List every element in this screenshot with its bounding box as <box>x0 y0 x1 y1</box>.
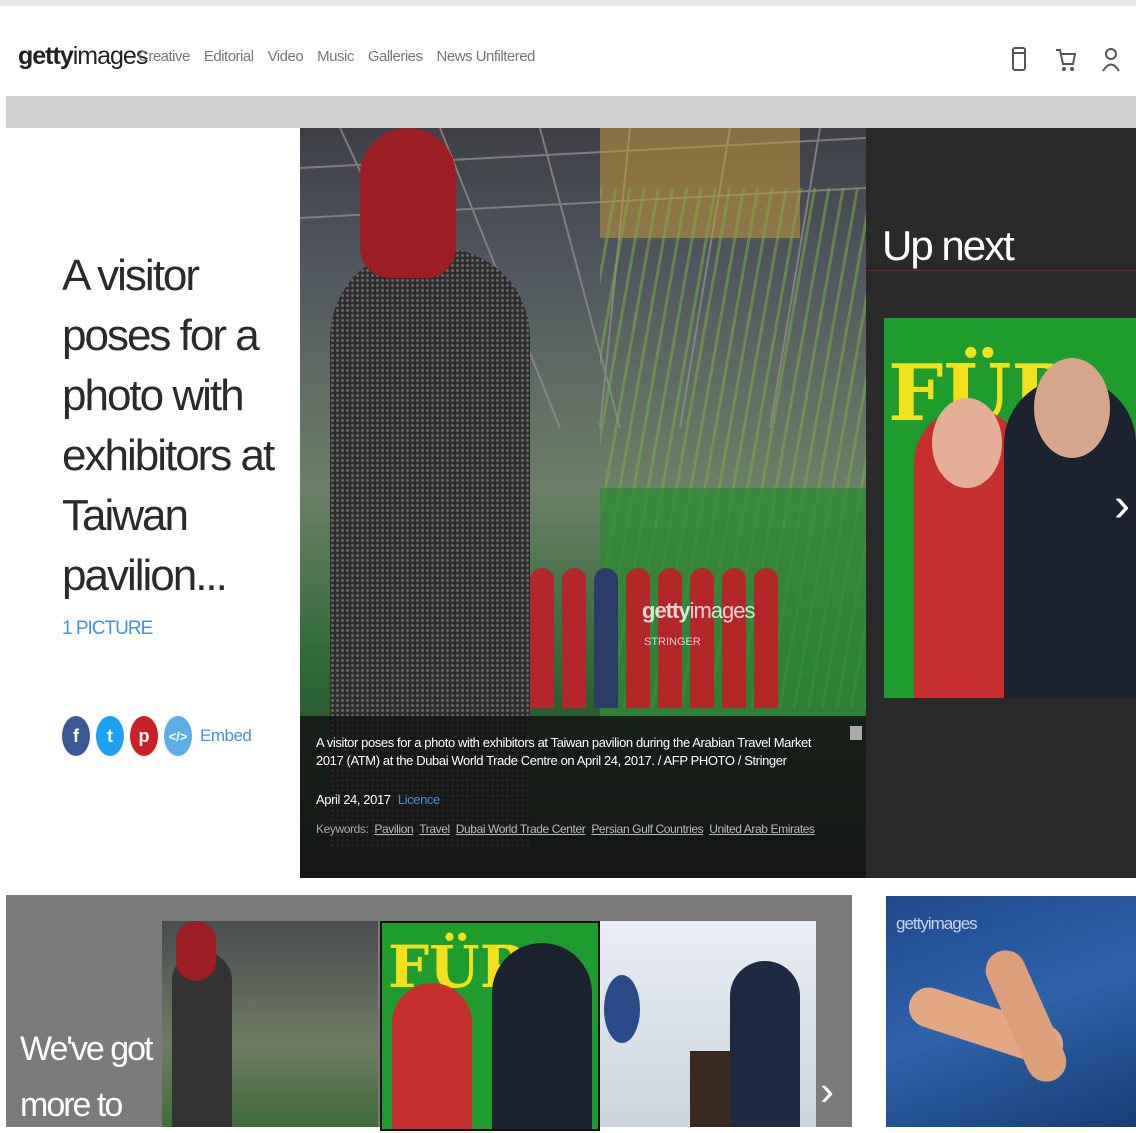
chevron-right-icon[interactable]: › <box>1114 478 1130 533</box>
more-heading: We've got more to <box>20 1030 154 1124</box>
visitor-headscarf <box>176 921 216 981</box>
board-icon[interactable] <box>1008 44 1030 74</box>
seal-emblem <box>604 975 640 1043</box>
nav-editorial[interactable]: Editorial <box>204 48 254 65</box>
more-galleries-strip: We've got more to FÜR › <box>6 895 852 1131</box>
gallery-title: A visitor poses for a photo with exhibit… <box>62 251 275 600</box>
gallery-thumbnail[interactable] <box>162 921 378 1127</box>
licence-link[interactable]: Licence <box>398 792 440 807</box>
image-watermark: gettyimages <box>642 598 755 623</box>
keyword-link[interactable]: Travel <box>419 822 450 836</box>
up-next-thumbnail[interactable]: FÜR › <box>884 318 1136 698</box>
pinterest-share-icon[interactable]: p <box>130 716 158 756</box>
keyword-link[interactable]: Dubai World Trade Center <box>456 822 586 836</box>
twitter-share-icon[interactable]: t <box>96 716 124 756</box>
chevron-right-icon[interactable]: › <box>820 1067 834 1115</box>
site-header: gettyimages Creative Editorial Video Mus… <box>0 6 1136 96</box>
image-date: April 24, 2017 <box>316 792 391 807</box>
picture-count[interactable]: 1 PICTURE <box>62 618 153 640</box>
caption-overlay: A visitor poses for a photo with exhibit… <box>300 716 866 878</box>
up-next-panel: Up next FÜR › <box>866 128 1136 878</box>
embed-link[interactable]: Embed <box>200 726 252 746</box>
caption-date-line: April 24, 2017 Licence <box>316 792 440 807</box>
main-image-viewer[interactable]: gettyimages STRINGER A visitor poses for… <box>300 128 866 878</box>
up-next-divider <box>866 270 1136 271</box>
nav-creative[interactable]: Creative <box>138 48 190 65</box>
header-icons <box>1008 44 1122 74</box>
woman-figure <box>392 983 472 1129</box>
gallery-thumbnail[interactable]: FÜR <box>380 921 600 1131</box>
facebook-share-icon[interactable]: f <box>62 716 90 756</box>
visitor-headscarf <box>360 128 456 278</box>
keywords-label: Keywords: <box>316 822 369 836</box>
cart-icon[interactable] <box>1054 44 1077 74</box>
woman-face <box>932 398 1002 488</box>
speaker-figure <box>730 961 800 1127</box>
keyword-link[interactable]: United Arab Emirates <box>709 822 815 836</box>
nav-video[interactable]: Video <box>268 48 304 65</box>
main-nav: Creative Editorial Video Music Galleries… <box>138 48 535 65</box>
nav-galleries[interactable]: Galleries <box>368 48 423 65</box>
up-next-heading: Up next <box>882 222 1015 269</box>
logo-light: images <box>72 42 149 70</box>
image-caption: A visitor poses for a photo with exhibit… <box>316 735 812 768</box>
exhibitor-group <box>530 548 790 708</box>
keyword-link[interactable]: Pavilion <box>374 822 413 836</box>
caption-collapse-icon[interactable] <box>850 726 862 740</box>
side-promo-image[interactable]: gettyimages <box>886 896 1136 1127</box>
watermark-credit: STRINGER <box>644 636 701 648</box>
image-watermark: gettyimages <box>896 914 978 933</box>
embed-code-icon[interactable]: </> <box>164 716 192 756</box>
gettyimages-logo[interactable]: gettyimages <box>18 42 149 71</box>
keyword-link[interactable]: Persian Gulf Countries <box>591 822 703 836</box>
man-figure <box>492 943 592 1129</box>
logo-bold: getty <box>18 42 74 70</box>
gallery-info-panel: A visitor poses for a photo with exhibit… <box>6 128 300 878</box>
header-divider-strip <box>6 96 1136 128</box>
user-icon[interactable] <box>1100 44 1122 74</box>
nav-news-unfiltered[interactable]: News Unfiltered <box>437 48 536 65</box>
share-buttons: f t p </> Embed <box>62 716 252 756</box>
keywords-list: Keywords: Pavilion Travel Dubai World Tr… <box>316 822 815 836</box>
gallery-thumbnail[interactable] <box>600 921 816 1127</box>
man-face <box>1034 358 1110 458</box>
nav-music[interactable]: Music <box>317 48 354 65</box>
